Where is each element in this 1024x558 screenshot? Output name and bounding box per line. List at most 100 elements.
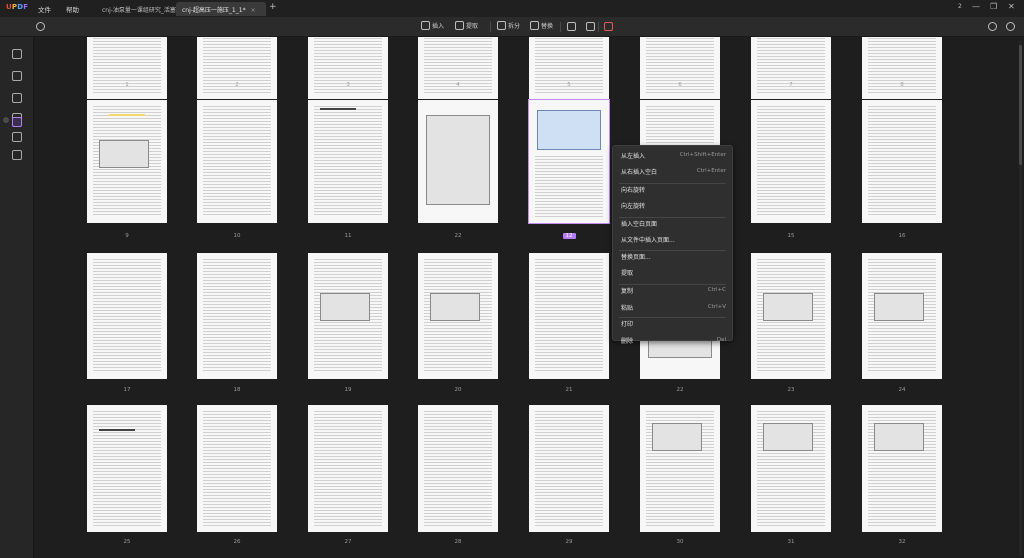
- page-thumbnail[interactable]: [418, 100, 498, 223]
- menu-item-label: 向左旋转: [621, 202, 646, 210]
- page-thumbnail[interactable]: [197, 100, 277, 223]
- page-number: 10: [197, 233, 277, 239]
- delete-icon[interactable]: [604, 22, 613, 31]
- page-text-lines: [314, 106, 382, 217]
- menu-divider: [619, 217, 726, 218]
- page-thumbnail[interactable]: [528, 99, 610, 224]
- context-menu-item-rotate-left[interactable]: 向左旋转: [613, 196, 734, 214]
- page-thumbnail[interactable]: [197, 37, 277, 99]
- page-number-label: 18: [233, 387, 241, 393]
- page-thumbnail[interactable]: [862, 100, 942, 223]
- zoom-out-icon[interactable]: [988, 22, 997, 31]
- page-thumbnail[interactable]: [862, 37, 942, 99]
- context-menu: 从左插入 Ctrl+Shift+Enter 从右插入空白 Ctrl+Enter 向右旋转…: [612, 145, 734, 345]
- page-number-label: 16: [898, 233, 906, 239]
- page-number: 27: [308, 539, 388, 545]
- page-thumbnail[interactable]: [308, 405, 388, 532]
- page-text-lines: [203, 106, 271, 217]
- page-thumbnail[interactable]: [862, 405, 942, 532]
- stamp-icon[interactable]: [12, 150, 22, 160]
- edit-icon[interactable]: [12, 93, 22, 103]
- menu-divider: [619, 317, 726, 318]
- page-thumbnail[interactable]: [751, 253, 831, 379]
- new-tab-button[interactable]: +: [269, 3, 277, 12]
- page-thumbnail[interactable]: [87, 100, 167, 223]
- page-number-label: 31: [787, 539, 795, 545]
- context-menu-item-delete[interactable]: 删除 Del: [613, 331, 734, 349]
- rotate-left-icon[interactable]: [567, 22, 576, 31]
- page-figure: [426, 115, 490, 205]
- page-thumbnail[interactable]: [87, 37, 167, 99]
- page-thumbnail[interactable]: [197, 405, 277, 532]
- tab-document-1[interactable]: cnj-油泵量一课组研究_活塞: [96, 2, 176, 16]
- page-thumbnail[interactable]: [87, 253, 167, 379]
- page-thumbnail[interactable]: [308, 37, 388, 99]
- page-thumbnail[interactable]: [862, 253, 942, 379]
- organize-toolbar: 插入 提取 拆分 替换: [0, 17, 1024, 37]
- toolbar-divider: [598, 22, 599, 32]
- replace-button[interactable]: 替换: [530, 21, 553, 30]
- menu-item-shortcut: Ctrl+Enter: [696, 168, 726, 174]
- organize-pages-icon[interactable]: [12, 117, 22, 127]
- close-tab-icon[interactable]: ×: [251, 7, 256, 14]
- menu-item-label: 粘贴: [621, 304, 634, 312]
- rotate-right-icon[interactable]: [586, 22, 595, 31]
- page-thumbnail[interactable]: [640, 37, 720, 99]
- page-thumbnail[interactable]: [529, 405, 609, 532]
- close-window-button[interactable]: ✕: [1008, 3, 1015, 11]
- page-number-label: 25: [123, 539, 131, 545]
- page-number-label: 20: [454, 387, 462, 393]
- page-number: 22: [418, 233, 498, 239]
- page-thumbnail[interactable]: [308, 253, 388, 379]
- page-number: 21: [529, 387, 609, 393]
- page-thumbnail[interactable]: [418, 405, 498, 532]
- page-number: 15: [751, 233, 831, 239]
- page-thumbnail[interactable]: [87, 405, 167, 532]
- page-number: 7: [751, 82, 831, 88]
- menu-file[interactable]: 文件: [38, 4, 51, 14]
- extract-label: 提取: [466, 23, 479, 30]
- page-thumbnail[interactable]: [418, 37, 498, 99]
- page-thumbnail[interactable]: [751, 405, 831, 532]
- zoom-in-icon[interactable]: [1006, 22, 1015, 31]
- page-thumbnail[interactable]: [751, 37, 831, 99]
- context-menu-item-insert-right-blank[interactable]: 从右插入空白 Ctrl+Enter: [613, 162, 734, 180]
- collapse-handle-icon[interactable]: [3, 117, 9, 123]
- text-highlight: [109, 114, 145, 116]
- page-thumbnail[interactable]: [529, 37, 609, 99]
- menu-help[interactable]: 帮助: [66, 4, 79, 14]
- page-number: 20: [418, 387, 498, 393]
- minimize-button[interactable]: —: [972, 3, 980, 11]
- page-number: 31: [751, 539, 831, 545]
- toolbar-divider: [560, 22, 561, 32]
- page-number: 22: [640, 387, 720, 393]
- tab-document-2[interactable]: cnj-超高压一施压_1_1* ×: [176, 2, 266, 16]
- page-number: 29: [529, 539, 609, 545]
- history-icon[interactable]: [36, 22, 45, 31]
- context-menu-item-insert-from-file[interactable]: 从文件中插入页面...: [613, 230, 734, 248]
- page-thumbnail[interactable]: [640, 405, 720, 532]
- menu-item-shortcut: Del: [716, 337, 726, 343]
- insert-button[interactable]: 插入: [421, 21, 444, 30]
- page-thumbnail[interactable]: [529, 253, 609, 379]
- reader-icon[interactable]: [12, 49, 22, 59]
- page-thumbnail[interactable]: [308, 100, 388, 223]
- page-thumbnail[interactable]: [418, 253, 498, 379]
- page-number-label: 26: [233, 539, 241, 545]
- comment-icon[interactable]: [12, 71, 22, 81]
- restore-button[interactable]: ❐: [990, 3, 997, 11]
- scrollbar-thumb[interactable]: [1019, 45, 1022, 165]
- page-number-label: 12: [562, 233, 576, 239]
- replace-label: 替换: [541, 23, 554, 30]
- protect-icon[interactable]: [12, 132, 22, 142]
- page-thumbnail[interactable]: [197, 253, 277, 379]
- account-dropdown[interactable]: 2: [958, 3, 962, 11]
- page-thumbnail[interactable]: [751, 100, 831, 223]
- scrollbar[interactable]: [1019, 41, 1022, 556]
- page-number: 18: [197, 387, 277, 393]
- page-number: 26: [197, 539, 277, 545]
- extract-button[interactable]: 提取: [455, 21, 478, 30]
- split-button[interactable]: 拆分: [497, 21, 520, 30]
- context-menu-item-extract[interactable]: 提取: [613, 263, 734, 281]
- page-figure: [537, 110, 601, 150]
